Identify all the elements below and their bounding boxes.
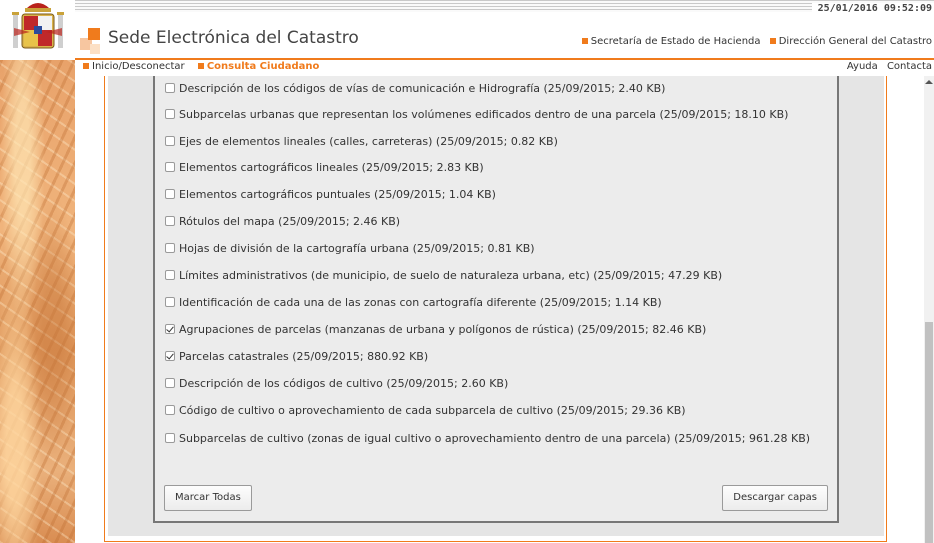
layer-label: Parcelas catastrales (25/09/2015; 880.92… [179, 350, 429, 363]
left-decorative-strip [0, 0, 75, 543]
aerial-photo-banner [0, 60, 75, 543]
layer-item[interactable]: Elementos cartográficos puntuales (25/09… [165, 187, 829, 202]
nav-contacta[interactable]: Contacta [887, 61, 932, 72]
coat-of-arms-logo [0, 0, 75, 60]
select-all-button[interactable]: Marcar Todas [164, 485, 252, 511]
checkbox[interactable] [165, 162, 175, 172]
layer-label: Elementos cartográficos puntuales (25/09… [179, 188, 496, 201]
layer-item[interactable]: Límites administrativos (de municipio, d… [165, 268, 829, 283]
checkbox[interactable] [165, 136, 175, 146]
header: Sede Electrónica del Catastro Secretaría… [75, 26, 934, 60]
link-secretaria[interactable]: Secretaría de Estado de Hacienda [591, 36, 761, 47]
layer-label: Subparcelas urbanas que representan los … [179, 108, 789, 121]
bullet-icon [769, 38, 776, 44]
layer-item[interactable]: Descripción de los códigos de cultivo (2… [165, 376, 829, 391]
bullet-icon [83, 63, 89, 69]
layer-label: Código de cultivo o aprovechamiento de c… [179, 404, 686, 417]
checkbox[interactable] [165, 297, 175, 307]
datetime-display: 25/01/2016 09:52:09 [811, 3, 934, 14]
checkbox[interactable] [165, 243, 175, 253]
layer-item[interactable]: Identificación de cada una de las zonas … [165, 295, 829, 310]
vertical-scrollbar[interactable] [924, 76, 934, 543]
layer-label: Agrupaciones de parcelas (manzanas de ur… [179, 323, 707, 336]
layer-label: Subparcelas de cultivo (zonas de igual c… [179, 432, 811, 445]
download-layers-button[interactable]: Descargar capas [722, 485, 828, 511]
site-title: Sede Electrónica del Catastro [108, 28, 359, 48]
nav-inicio-desconectar[interactable]: Inicio/Desconectar [92, 61, 185, 72]
layer-label: Identificación de cada una de las zonas … [179, 296, 662, 309]
nav-consulta-ciudadano[interactable]: Consulta Ciudadano [207, 61, 320, 72]
layer-item[interactable]: Descripción de los códigos de vías de co… [165, 81, 829, 96]
layers-list: Descripción de los códigos de vías de co… [153, 76, 839, 523]
layer-item[interactable]: Elementos cartográficos lineales (25/09/… [165, 160, 829, 175]
checkbox[interactable] [165, 109, 175, 119]
header-stripes [75, 0, 934, 12]
scrollbar-thumb[interactable] [925, 322, 933, 543]
bullet-icon [581, 38, 588, 44]
layer-item[interactable]: Código de cultivo o aprovechamiento de c… [165, 403, 829, 418]
checkbox[interactable] [165, 216, 175, 226]
layer-item[interactable]: Hojas de división de la cartografía urba… [165, 241, 829, 256]
scroll-up-arrow-icon[interactable] [925, 80, 933, 84]
checkbox-checked[interactable] [165, 324, 175, 334]
layer-item[interactable]: Rótulos del mapa (25/09/2015; 2.46 KB) [165, 214, 829, 229]
header-links: Secretaría de Estado de Hacienda Direcci… [576, 36, 932, 47]
bullet-icon [197, 63, 204, 69]
content-panel: Descripción de los códigos de vías de co… [108, 76, 884, 536]
layer-item[interactable]: Agrupaciones de parcelas (manzanas de ur… [165, 322, 829, 337]
checkbox[interactable] [165, 378, 175, 388]
nav-ayuda[interactable]: Ayuda [847, 61, 878, 72]
layer-label: Descripción de los códigos de vías de co… [179, 82, 666, 95]
layer-item[interactable]: Ejes de elementos lineales (calles, carr… [165, 134, 829, 149]
checkbox[interactable] [165, 270, 175, 280]
checkbox[interactable] [165, 83, 175, 93]
layer-label: Límites administrativos (de municipio, d… [179, 269, 723, 282]
layer-item[interactable]: Parcelas catastrales (25/09/2015; 880.92… [165, 349, 829, 364]
checkbox[interactable] [165, 433, 175, 443]
layer-label: Elementos cartográficos lineales (25/09/… [179, 161, 484, 174]
catastro-logo-icon [80, 28, 104, 56]
checkbox-checked[interactable] [165, 351, 175, 361]
layer-label: Descripción de los códigos de cultivo (2… [179, 377, 509, 390]
content-frame: Descripción de los códigos de vías de co… [104, 76, 887, 542]
link-direccion-general[interactable]: Dirección General del Catastro [779, 36, 932, 47]
layer-label: Hojas de división de la cartografía urba… [179, 242, 535, 255]
checkbox[interactable] [165, 405, 175, 415]
checkbox[interactable] [165, 189, 175, 199]
layer-label: Ejes de elementos lineales (calles, carr… [179, 135, 558, 148]
layer-label: Rótulos del mapa (25/09/2015; 2.46 KB) [179, 215, 401, 228]
layer-item[interactable]: Subparcelas de cultivo (zonas de igual c… [165, 431, 829, 446]
nav-bar: Inicio/Desconectar Consulta Ciudadano Ay… [75, 60, 934, 74]
layer-item[interactable]: Subparcelas urbanas que representan los … [165, 107, 829, 122]
